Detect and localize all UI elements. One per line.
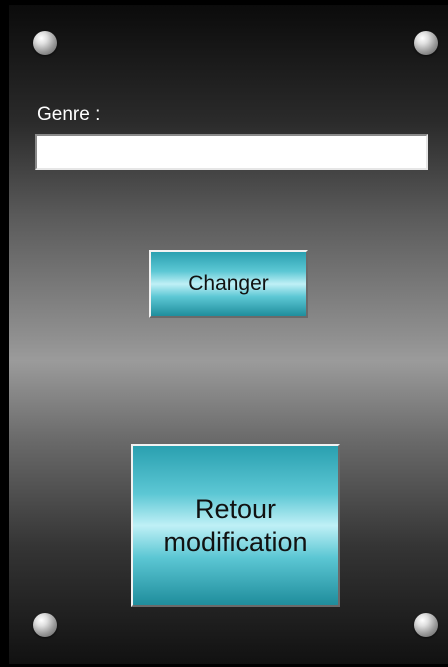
screw-icon <box>33 31 57 55</box>
screw-icon <box>414 31 438 55</box>
window-frame: Genre : Changer Retour modification <box>0 0 448 667</box>
changer-button[interactable]: Changer <box>149 250 308 318</box>
retour-modification-button[interactable]: Retour modification <box>131 444 340 607</box>
screw-icon <box>33 613 57 637</box>
genre-label: Genre : <box>37 104 101 125</box>
screw-icon <box>414 613 438 637</box>
genre-input[interactable] <box>35 134 428 170</box>
